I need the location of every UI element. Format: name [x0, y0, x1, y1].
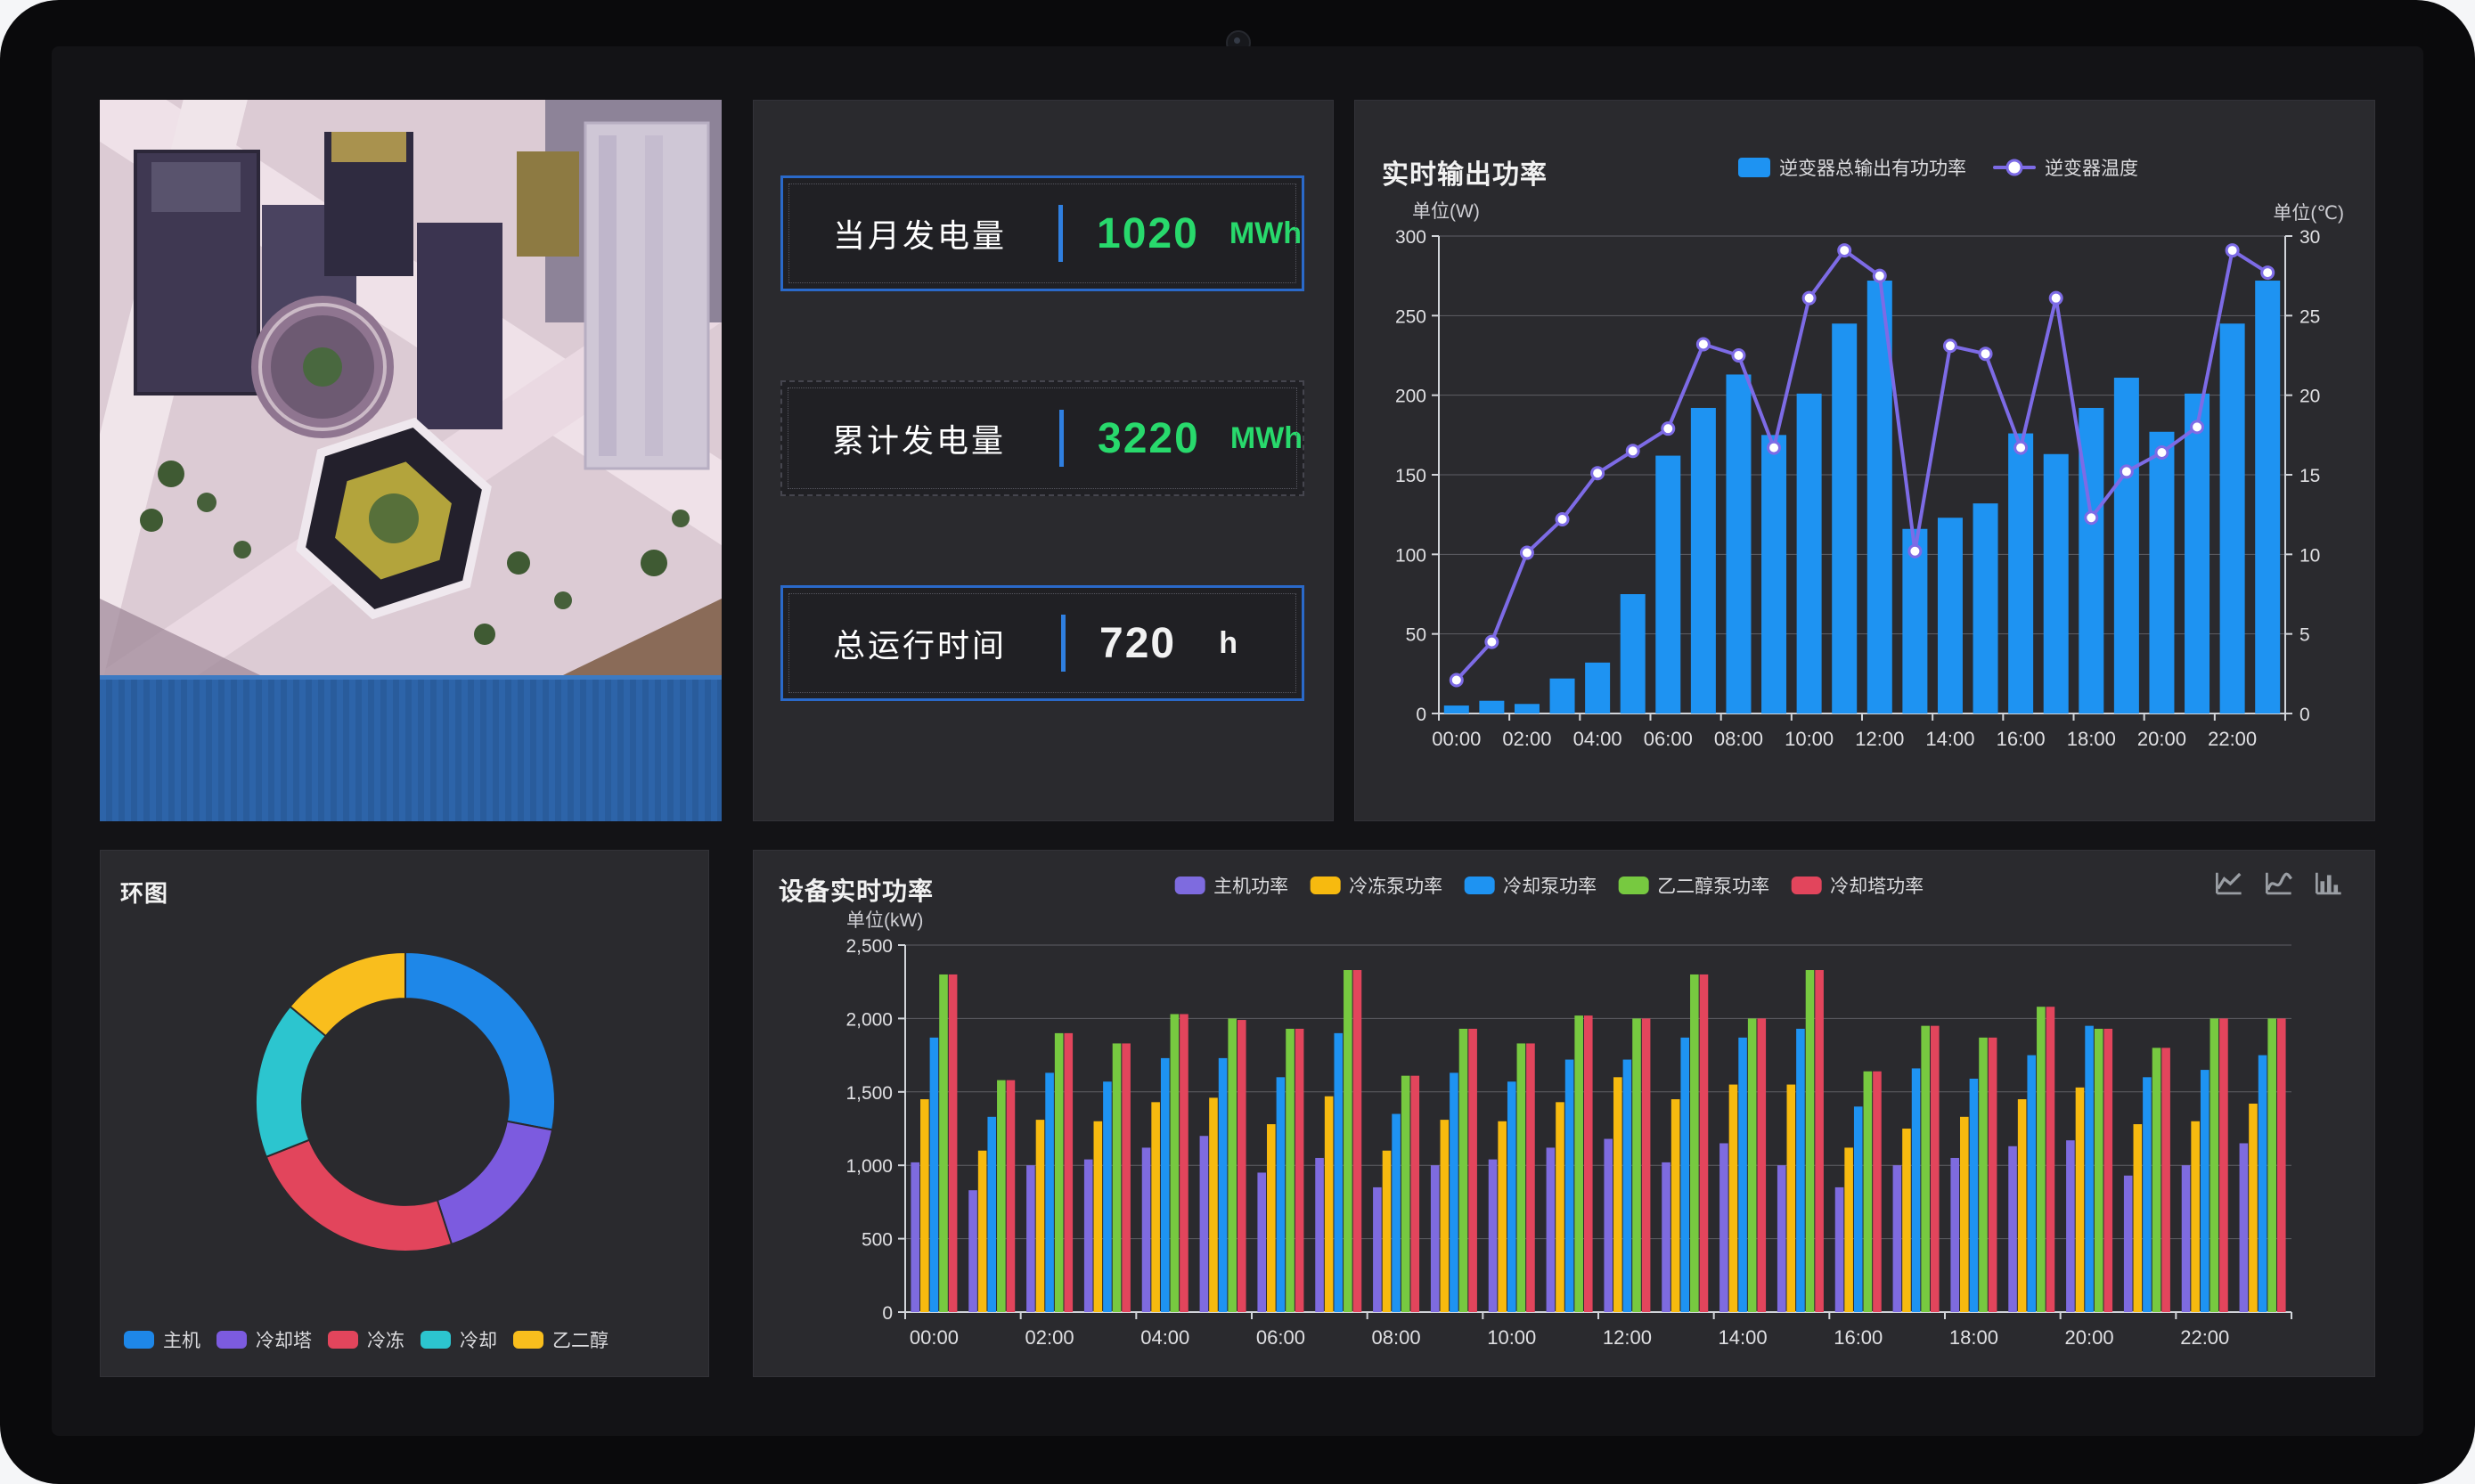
- stat-unit: h: [1219, 625, 1238, 660]
- device-power-chart[interactable]: 0 500 1,000 1,500 2,000 2,500 00:00 02:00 04:00 0…: [754, 851, 2376, 1378]
- svg-text:02:00: 02:00: [1025, 1326, 1074, 1349]
- inverter-power-panel: 实时输出功率 逆变器总输出有功功率 逆变器温度 单位(W) 单位(℃) 0 0 50 5…: [1354, 100, 2375, 821]
- stats-panel: 当月发电量 1020 MWh 累计发电量 3220 MWh 总运行时间 720 …: [753, 100, 1334, 821]
- stat-divider: [1061, 615, 1066, 672]
- svg-text:18:00: 18:00: [2067, 728, 2116, 750]
- stat-label: 总运行时间: [833, 627, 1008, 664]
- svg-text:2,000: 2,000: [845, 1009, 893, 1030]
- svg-text:250: 250: [1395, 306, 1426, 327]
- slice-swatch: [421, 1331, 451, 1349]
- slice-swatch: [328, 1331, 358, 1349]
- dashboard-screen: 当月发电量 1020 MWh 累计发电量 3220 MWh 总运行时间 720 …: [52, 46, 2423, 1436]
- svg-text:25: 25: [2299, 306, 2320, 327]
- stat-card-monthly-generation: 当月发电量 1020 MWh: [780, 175, 1304, 291]
- stat-value: 720: [1099, 619, 1177, 667]
- donut-slice-冷冻[interactable]: [265, 1138, 453, 1252]
- svg-text:16:00: 16:00: [1997, 728, 2046, 750]
- svg-text:16:00: 16:00: [1834, 1326, 1883, 1349]
- stat-value: 1020: [1097, 209, 1199, 257]
- svg-text:06:00: 06:00: [1256, 1326, 1305, 1349]
- svg-text:08:00: 08:00: [1714, 728, 1763, 750]
- ring-chart[interactable]: [101, 868, 710, 1314]
- svg-text:15: 15: [2299, 466, 2320, 486]
- legend-label: 冷却: [460, 1331, 497, 1351]
- svg-text:50: 50: [1406, 625, 1426, 646]
- svg-text:100: 100: [1395, 545, 1426, 566]
- stat-card-total-generation: 累计发电量 3220 MWh: [780, 380, 1304, 496]
- svg-text:10:00: 10:00: [1785, 728, 1834, 750]
- svg-text:10: 10: [2299, 545, 2320, 566]
- legend-label: 主机: [163, 1331, 200, 1351]
- legend-item-冷冻[interactable]: 冷冻: [328, 1326, 404, 1353]
- stat-label: 当月发电量: [833, 217, 1008, 254]
- svg-text:200: 200: [1395, 387, 1426, 407]
- stat-divider: [1059, 410, 1065, 467]
- page: 当月发电量 1020 MWh 累计发电量 3220 MWh 总运行时间 720 …: [0, 0, 2475, 1484]
- svg-text:14:00: 14:00: [1719, 1326, 1768, 1349]
- legend-item-乙二醇[interactable]: 乙二醇: [513, 1326, 609, 1353]
- svg-text:02:00: 02:00: [1502, 728, 1551, 750]
- svg-text:300: 300: [1395, 227, 1426, 248]
- svg-text:1,500: 1,500: [845, 1083, 893, 1104]
- svg-text:20: 20: [2299, 387, 2320, 407]
- svg-text:150: 150: [1395, 466, 1426, 486]
- donut-slice-主机[interactable]: [404, 950, 556, 1131]
- svg-text:0: 0: [2299, 705, 2310, 725]
- ring-chart-panel: 环图 主机 冷却塔 冷冻 冷却 乙二醇: [100, 850, 709, 1377]
- slice-swatch: [216, 1331, 247, 1349]
- svg-text:00:00: 00:00: [1432, 728, 1481, 750]
- building-photo-panel: [100, 100, 722, 821]
- svg-text:5: 5: [2299, 625, 2310, 646]
- slice-swatch: [513, 1331, 543, 1349]
- photo-blue-band: [100, 675, 722, 821]
- device-power-panel: 设备实时功率 主机功率 冷冻泵功率 冷却泵功率 乙二醇泵功率 冷却塔功率 单位(kW) …: [753, 850, 2375, 1377]
- legend-item-冷却[interactable]: 冷却: [421, 1326, 497, 1353]
- stat-card-total-runtime: 总运行时间 720 h: [780, 585, 1304, 701]
- device-bezel: 当月发电量 1020 MWh 累计发电量 3220 MWh 总运行时间 720 …: [0, 0, 2475, 1484]
- legend-item-冷却塔[interactable]: 冷却塔: [216, 1326, 312, 1353]
- svg-text:0: 0: [1416, 705, 1426, 725]
- slice-swatch: [124, 1331, 154, 1349]
- donut-slice-冷却塔[interactable]: [436, 1120, 554, 1246]
- svg-text:0: 0: [882, 1303, 893, 1324]
- stat-unit: MWh: [1229, 420, 1303, 455]
- svg-text:14:00: 14:00: [1925, 728, 1974, 750]
- svg-text:1,000: 1,000: [845, 1156, 893, 1177]
- svg-text:00:00: 00:00: [910, 1326, 959, 1349]
- svg-text:10:00: 10:00: [1487, 1326, 1536, 1349]
- svg-text:22:00: 22:00: [2180, 1326, 2229, 1349]
- svg-text:20:00: 20:00: [2137, 728, 2186, 750]
- svg-text:18:00: 18:00: [1949, 1326, 1998, 1349]
- ring-chart-legend: 主机 冷却塔 冷冻 冷却 乙二醇: [124, 1326, 609, 1353]
- donut-slice-冷却[interactable]: [255, 1005, 328, 1159]
- building-aerial-image: [100, 100, 722, 675]
- inverter-power-chart[interactable]: 0 0 50 5 100 10 150 15 200 20 250 25 300 30 00:00 02:00…: [1355, 101, 2376, 822]
- svg-text:12:00: 12:00: [1603, 1326, 1652, 1349]
- svg-text:04:00: 04:00: [1140, 1326, 1189, 1349]
- svg-text:22:00: 22:00: [2208, 728, 2257, 750]
- legend-label: 冷冻: [367, 1331, 404, 1351]
- legend-label: 冷却塔: [256, 1331, 312, 1351]
- svg-text:500: 500: [862, 1230, 893, 1251]
- stat-divider: [1058, 205, 1064, 262]
- svg-text:30: 30: [2299, 227, 2320, 248]
- stat-value: 3220: [1098, 414, 1200, 462]
- stat-unit: MWh: [1229, 216, 1302, 250]
- svg-text:06:00: 06:00: [1644, 728, 1693, 750]
- svg-text:08:00: 08:00: [1372, 1326, 1421, 1349]
- svg-text:2,500: 2,500: [845, 936, 893, 957]
- svg-text:20:00: 20:00: [2065, 1326, 2114, 1349]
- svg-text:04:00: 04:00: [1573, 728, 1622, 750]
- legend-label: 乙二醇: [552, 1331, 609, 1351]
- stat-label: 累计发电量: [832, 422, 1007, 459]
- legend-item-主机[interactable]: 主机: [124, 1326, 200, 1353]
- svg-text:12:00: 12:00: [1855, 728, 1904, 750]
